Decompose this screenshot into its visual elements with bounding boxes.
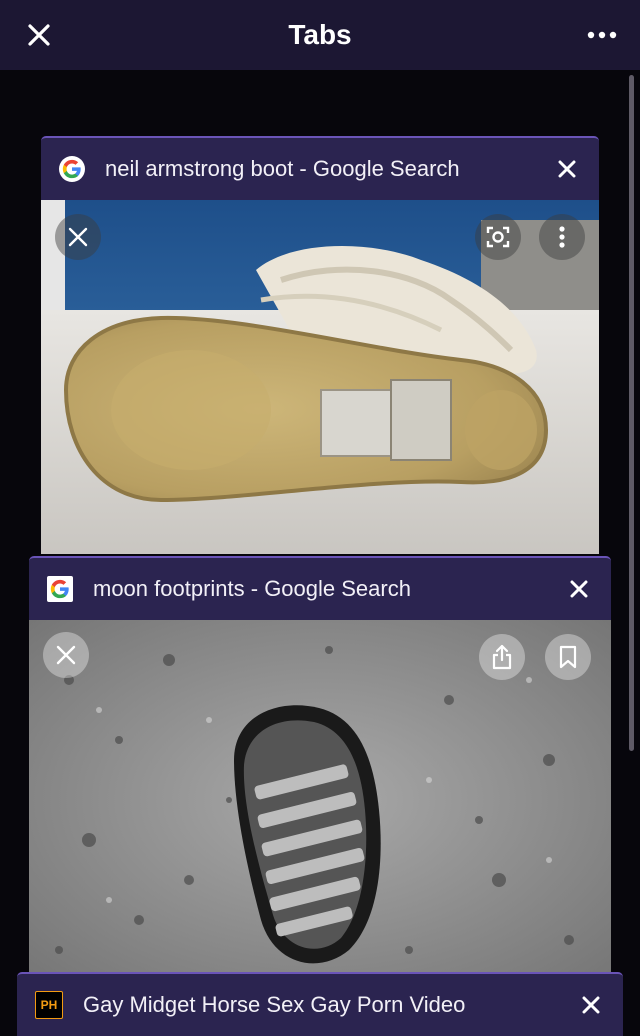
- close-icon: [56, 645, 76, 665]
- tab-header[interactable]: neil armstrong boot - Google Search: [41, 136, 599, 200]
- tab-header[interactable]: moon footprints - Google Search: [29, 556, 611, 620]
- tab-card[interactable]: neil armstrong boot - Google Search: [41, 136, 599, 554]
- tab-preview[interactable]: [41, 200, 599, 554]
- bookmark-icon: [559, 645, 577, 669]
- close-icon: [582, 996, 600, 1014]
- tab-header[interactable]: PH Gay Midget Horse Sex Gay Porn Video: [17, 972, 623, 1036]
- close-tab-button[interactable]: [559, 569, 599, 609]
- bookmark-button[interactable]: [545, 634, 591, 680]
- more-menu-button[interactable]: [539, 214, 585, 260]
- close-tabs-button[interactable]: [22, 18, 56, 52]
- lens-button[interactable]: [475, 214, 521, 260]
- pornhub-logo-icon: PH: [35, 991, 63, 1019]
- tab-card[interactable]: moon footprints - Google Search: [29, 556, 611, 980]
- scrollbar[interactable]: [629, 75, 634, 751]
- google-lens-icon: [486, 226, 510, 248]
- boot-image: [41, 200, 599, 554]
- tab-title: moon footprints - Google Search: [93, 576, 411, 601]
- close-tab-button[interactable]: [547, 149, 587, 189]
- google-g-icon: [59, 156, 85, 182]
- close-icon: [570, 580, 588, 598]
- top-bar: Tabs: [0, 0, 640, 70]
- close-icon: [68, 227, 88, 247]
- close-tab-button[interactable]: [571, 985, 611, 1025]
- share-icon: [492, 644, 512, 670]
- google-g-icon: [47, 576, 73, 602]
- tab-title: neil armstrong boot - Google Search: [105, 156, 460, 181]
- close-preview-button[interactable]: [43, 632, 89, 678]
- close-preview-button[interactable]: [55, 214, 101, 260]
- footprint-image: [29, 620, 611, 980]
- share-button[interactable]: [479, 634, 525, 680]
- tab-preview[interactable]: [29, 620, 611, 980]
- page-title: Tabs: [288, 19, 352, 50]
- tab-card[interactable]: PH Gay Midget Horse Sex Gay Porn Video: [17, 972, 623, 1036]
- close-icon: [558, 160, 576, 178]
- more-icon: [587, 31, 617, 39]
- vertical-more-icon: [559, 226, 565, 248]
- tab-title: Gay Midget Horse Sex Gay Porn Video: [83, 992, 466, 1017]
- close-icon: [28, 24, 50, 46]
- more-options-button[interactable]: [582, 20, 622, 50]
